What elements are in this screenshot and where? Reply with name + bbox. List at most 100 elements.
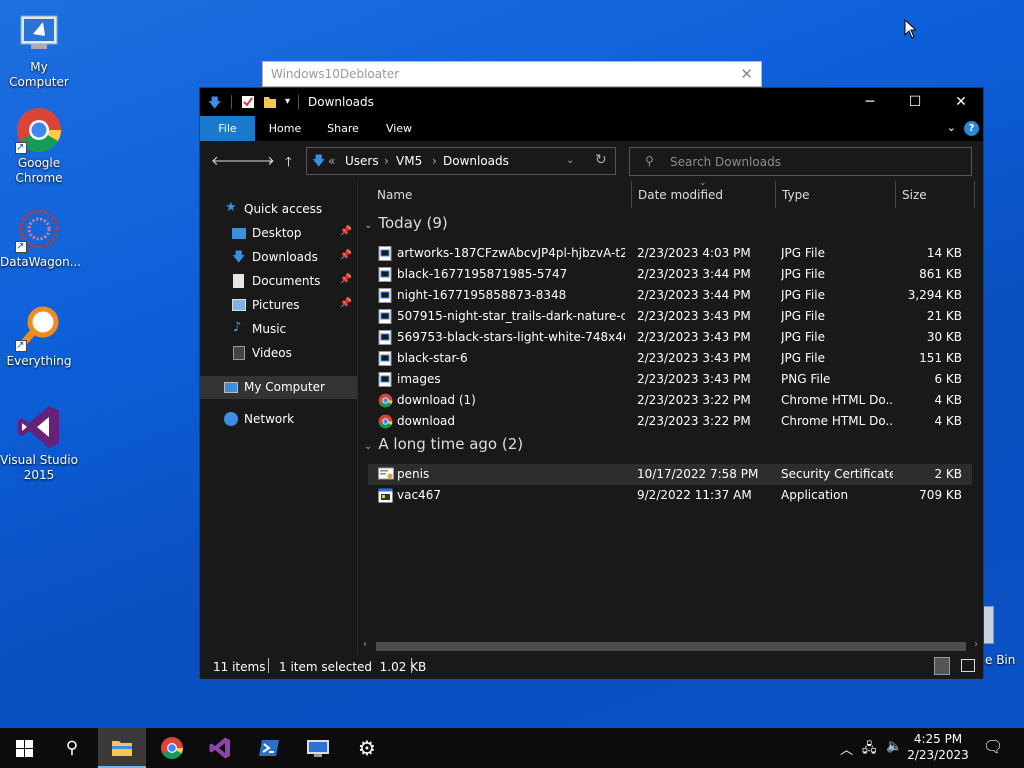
properties-icon[interactable] [241,94,255,113]
mouse-cursor-icon [904,18,918,42]
chevron-right-icon[interactable]: › [432,154,437,168]
visual-studio-icon [15,403,63,451]
details-view-button[interactable] [934,657,950,675]
nav-downloads[interactable]: 🡇 Downloads 📌 [200,246,357,268]
nav-videos[interactable]: Videos [200,342,357,364]
desktop-icon-everything[interactable]: Everything [0,304,78,369]
desktop-icon-visual-studio[interactable]: Visual Studio 2015 [0,403,78,483]
file-row[interactable]: 507915-night-star_trails-dark-nature-cal… [368,306,972,327]
taskbar-visual-studio[interactable] [196,728,244,768]
file-explorer-window[interactable]: 🡇 ▾ Downloads ─ ☐ ✕ File Home Share View… [199,87,984,679]
taskbar-remote-desktop[interactable] [294,728,342,768]
horizontal-scrollbar[interactable]: ‹ › [358,639,983,654]
file-row[interactable]: artworks-187CFzwAbcvJP4pl-hjbzvA-t24... 2… [368,243,972,264]
taskbar-file-explorer[interactable] [98,728,146,768]
file-row[interactable]: 569753-black-stars-light-white-748x468 2/… [368,327,972,348]
search-placeholder: Search Downloads [670,155,781,169]
scroll-left-icon[interactable]: ‹ [363,639,367,650]
close-button[interactable]: ✕ [938,88,984,116]
breadcrumb-vm5[interactable]: VM5 [396,154,422,168]
title-bar[interactable]: 🡇 ▾ Downloads ─ ☐ ✕ [200,88,983,116]
file-size: 3,294 KB [907,288,962,302]
column-separator [895,181,896,208]
file-row[interactable]: penis 10/17/2022 7:58 PM Security Certific… [368,464,972,485]
file-row[interactable]: images 2/23/2023 3:43 PM PNG File 6 KB [368,369,972,390]
image-file-icon [378,351,392,366]
address-overflow[interactable]: « [328,154,335,168]
nav-label: Pictures [252,298,300,312]
nav-music[interactable]: ♪ Music [200,318,357,340]
customize-quick-access-icon[interactable]: ▾ [285,96,290,107]
file-row[interactable]: black-1677195871985-5747 2/23/2023 3:44 P… [368,264,972,285]
file-row[interactable]: download (1) 2/23/2023 3:22 PM Chrome HTML… [368,390,972,411]
search-button[interactable]: ⚲ [48,728,96,768]
image-file-icon [378,246,392,261]
address-bar[interactable]: 🡇 « Users › VM5 › Downloads ⌄ ↻ [306,147,616,175]
taskbar-chrome[interactable] [148,728,196,768]
network-tray-icon[interactable]: 🖧 [862,739,877,761]
nav-documents[interactable]: Documents 📌 [200,270,357,292]
file-row[interactable]: download 2/23/2023 3:22 PM Chrome HTML Do.… [368,411,972,432]
address-dropdown-icon[interactable]: ⌄ [566,155,574,166]
taskbar: ⚲ ⚙ ︿ 🖧 🔈 4:25 PM 2/23/2023 🗨 [0,728,1024,768]
file-row[interactable]: night-1677195858873-8348 2/23/2023 3:44 P… [368,285,972,306]
volume-icon[interactable]: 🔈 [886,739,902,754]
scrollbar-thumb[interactable] [376,642,966,651]
close-icon[interactable]: ✕ [740,65,753,83]
file-date-modified: 10/17/2022 7:58 PM [637,467,759,481]
debloater-window[interactable]: Windows10Debloater ✕ [262,61,762,87]
desktop-icon-chrome[interactable]: Google Chrome [0,106,78,186]
file-size: 151 KB [919,351,962,365]
music-note-icon: ♪ [233,320,242,335]
status-item-count: 11 items [213,660,266,674]
pin-icon: 📌 [339,250,352,261]
column-name[interactable]: Name [377,188,412,202]
group-label: Today (9) [378,214,448,232]
desktop-icon-my-computer[interactable]: My Computer [0,10,78,90]
separator [231,95,232,109]
desktop-icon-label: Everything [6,354,72,368]
expand-ribbon-icon[interactable]: ⌄ [947,121,956,134]
notifications-icon[interactable]: 🗨 [983,737,1003,756]
up-button[interactable]: 🡑 [285,153,292,175]
file-row[interactable]: black-star-6 2/23/2023 3:43 PM JPG File 151… [368,348,972,369]
group-header-long-ago[interactable]: ⌄ A long time ago (2) [364,435,523,453]
file-name: black-star-6 [397,351,468,365]
taskbar-powershell[interactable] [245,728,293,768]
nav-desktop[interactable]: Desktop 📌 [200,222,357,244]
group-header-today[interactable]: ⌄ Today (9) [364,214,448,232]
taskbar-settings[interactable]: ⚙ [343,728,391,768]
start-button[interactable] [0,728,48,768]
desktop-icon-datawagon[interactable]: DataWagon... [0,205,81,270]
help-icon[interactable]: ? [964,121,979,136]
nav-network[interactable]: Network [200,408,357,430]
nav-pictures[interactable]: Pictures 📌 [200,294,357,316]
column-size[interactable]: Size [902,188,927,202]
desktop-icon-label: My Computer [9,60,69,89]
show-hidden-icons-icon[interactable]: ︿ [840,739,853,758]
chevron-right-icon[interactable]: › [384,154,389,168]
breadcrumb-downloads[interactable]: Downloads [443,154,509,168]
recent-locations-icon[interactable]: ⌄ [267,156,275,166]
maximize-button[interactable]: ☐ [892,88,938,116]
nav-my-computer[interactable]: My Computer [200,376,357,399]
column-date-modified[interactable]: Date modified [638,188,723,202]
scroll-right-icon[interactable]: › [974,639,978,650]
column-type[interactable]: Type [782,188,810,202]
tab-file[interactable]: File [200,116,255,141]
tab-view[interactable]: View [374,116,424,141]
search-input[interactable]: ⚲ Search Downloads [629,147,972,176]
tab-home[interactable]: Home [260,116,310,141]
minimize-button[interactable]: ─ [847,88,893,116]
nav-quick-access[interactable]: ★ Quick access [200,198,357,220]
large-icons-view-button[interactable] [961,659,975,672]
status-selection: 1 item selected 1.02 KB [279,660,427,674]
breadcrumb-users[interactable]: Users [345,154,379,168]
tab-share[interactable]: Share [318,116,368,141]
file-name: penis [397,467,430,481]
clock[interactable]: 4:25 PM 2/23/2023 [906,731,970,763]
refresh-icon[interactable]: ↻ [595,152,607,168]
status-separator [411,658,412,673]
new-folder-icon[interactable] [263,94,277,113]
file-row[interactable]: vac467 9/2/2022 11:37 AM Application 709 KB [368,485,972,506]
